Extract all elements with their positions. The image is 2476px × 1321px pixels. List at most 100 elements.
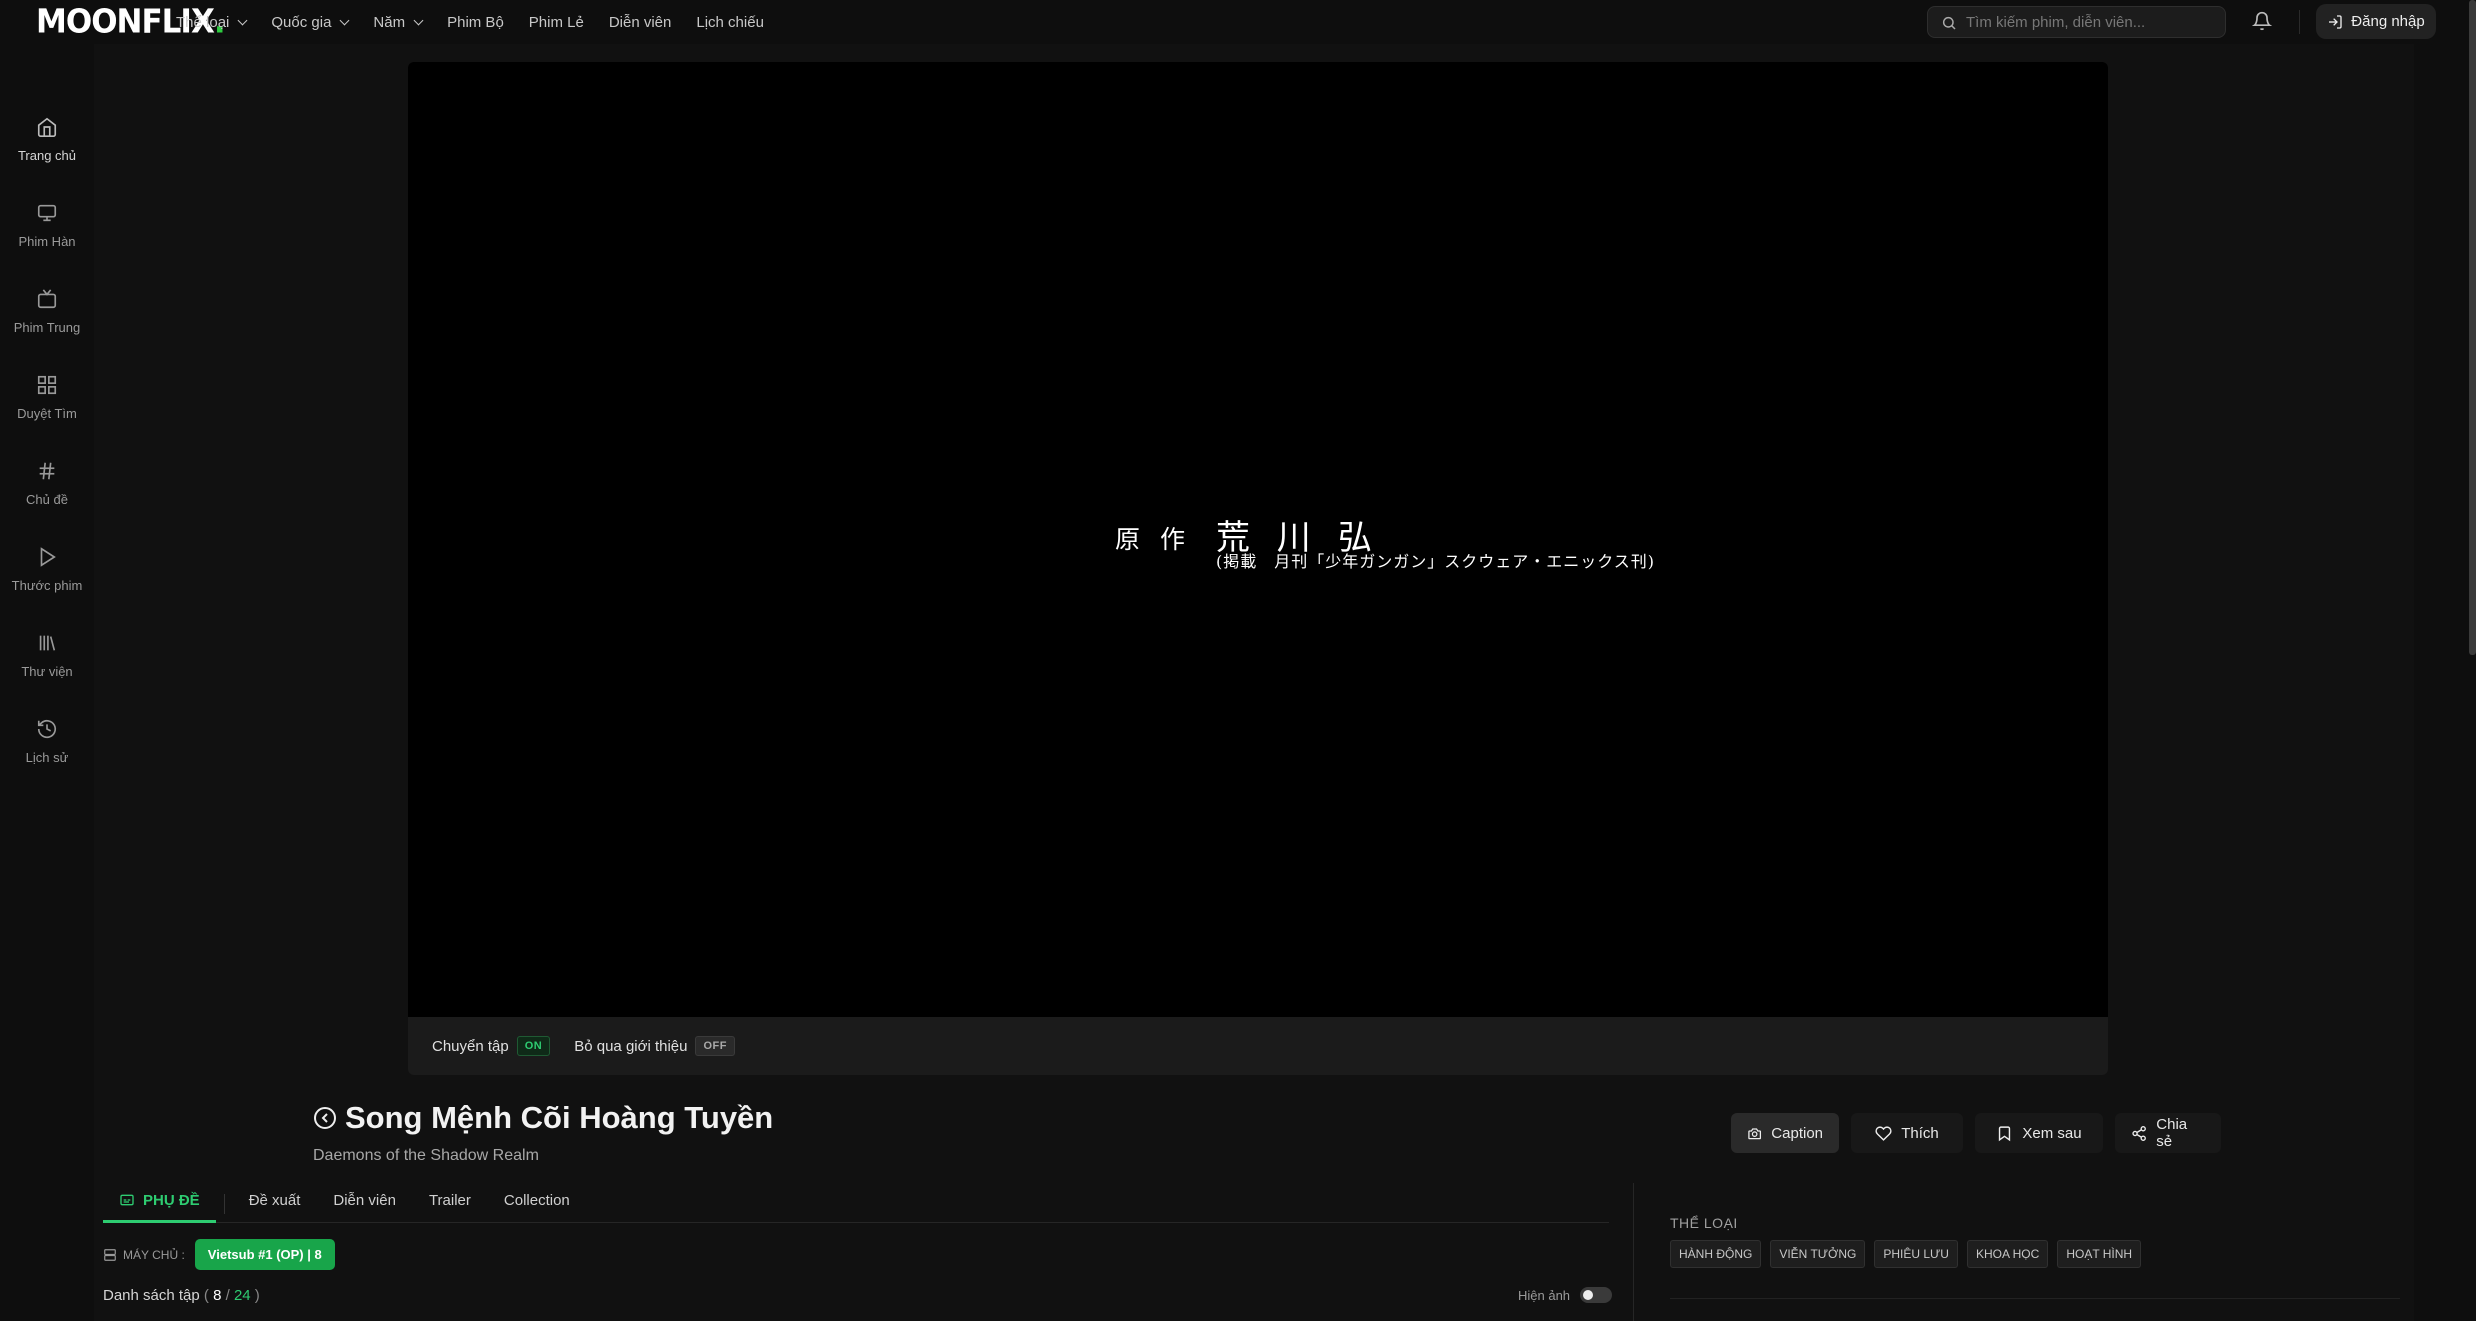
show-thumbnails-toggle[interactable] <box>1580 1287 1613 1303</box>
genre-tag[interactable]: PHIÊU LƯU <box>1874 1240 1958 1268</box>
nav-movies-label: Phim Lẻ <box>528 13 584 31</box>
nav-series[interactable]: Phim Bộ <box>447 14 504 31</box>
monitor-icon <box>37 204 57 222</box>
nav-schedule-label: Lịch chiếu <box>696 13 764 31</box>
nav-country-label: Quốc gia <box>271 13 332 31</box>
back-icon[interactable] <box>313 1106 337 1130</box>
genre-tag[interactable]: VIỄN TƯỞNG <box>1770 1240 1866 1268</box>
search-box[interactable] <box>1927 6 2226 38</box>
skip-intro-state-badge: OFF <box>695 1036 735 1056</box>
sidebar-item-label: Duyệt Tìm <box>17 406 77 421</box>
server-selector: MÁY CHỦ : Vietsub #1 (OP) | 8 <box>103 1239 335 1270</box>
nav-movies[interactable]: Phim Lẻ <box>529 14 584 31</box>
video-player[interactable]: 原 作 荒 川 弘 (掲載 月刊「少年ガンガン」スクウェア・エニックス刊) <box>408 62 2108 1017</box>
share-label: Chia sẻ <box>2156 1116 2188 1150</box>
genre-tag[interactable]: KHOA HỌC <box>1966 1240 2049 1268</box>
tab-cast[interactable]: Diễn viên <box>333 1186 396 1223</box>
sidebar-item-label: Thư viện <box>21 664 73 679</box>
column-divider <box>1633 1183 1634 1321</box>
episode-current: 8 <box>213 1287 222 1304</box>
sidebar-item-korean[interactable]: Phim Hàn <box>0 186 94 272</box>
genre-tag[interactable]: HOẠT HÌNH <box>2057 1240 2142 1268</box>
server-label: MÁY CHỦ : <box>103 1248 185 1262</box>
sidebar-item-label: Phim Trung <box>13 320 81 335</box>
search-input[interactable] <box>1966 13 2216 31</box>
server-label-text: MÁY CHỦ : <box>123 1247 185 1262</box>
action-buttons: Caption Thích Xem sau Chia sẻ <box>1731 1113 2221 1153</box>
watch-later-button[interactable]: Xem sau <box>1975 1113 2103 1153</box>
sidebar-item-label: Chủ đề <box>26 492 68 507</box>
genre-tag[interactable]: HÀNH ĐỘNG <box>1670 1240 1762 1268</box>
nav-schedule[interactable]: Lịch chiếu <box>696 14 764 31</box>
title-row: Song Mệnh Cõi Hoàng Tuyền <box>313 1100 773 1136</box>
sidebar-item-label: Trang chủ <box>17 148 77 163</box>
bookmark-icon <box>1999 1125 2011 1141</box>
login-button[interactable]: Đăng nhập <box>2316 4 2436 39</box>
library-icon <box>39 635 56 651</box>
camera-icon <box>1748 1127 1762 1139</box>
grid-icon <box>37 375 57 395</box>
player-options-bar: Chuyển tập ON Bỏ qua giới thiệu OFF <box>408 1017 2108 1075</box>
sidebar-item-library[interactable]: Thư viện <box>0 616 94 702</box>
subtitles-icon <box>120 1194 134 1206</box>
sidebar-item-browse[interactable]: Duyệt Tìm <box>0 358 94 444</box>
episode-count-close-paren: ) <box>254 1287 260 1304</box>
sidebar-item-history[interactable]: Lịch sử <box>0 702 94 788</box>
genre-divider <box>1670 1298 2400 1299</box>
caption-button[interactable]: Caption <box>1731 1113 1839 1153</box>
sidebar-item-label: Lịch sử <box>25 750 69 765</box>
nav-country[interactable]: Quốc gia <box>271 13 350 31</box>
episode-list-label: Danh sách tập <box>103 1287 200 1304</box>
login-label: Đăng nhập <box>2351 13 2425 30</box>
chevron-down-icon <box>339 15 350 25</box>
watch-later-label: Xem sau <box>2022 1124 2082 1142</box>
chevron-down-icon <box>237 15 248 25</box>
search-icon <box>1942 16 1956 30</box>
episode-count-slash: / <box>225 1287 230 1304</box>
chevron-down-icon <box>413 15 424 25</box>
skip-intro-label: Bỏ qua giới thiệu <box>574 1037 688 1055</box>
bell-icon[interactable] <box>2252 10 2272 32</box>
sidebar-item-topics[interactable]: Chủ đề <box>0 444 94 530</box>
episode-total: 24 <box>233 1287 251 1304</box>
original-title: Daemons of the Shadow Realm <box>313 1147 539 1164</box>
nav-actors[interactable]: Diễn viên <box>609 14 672 31</box>
caption-label: Caption <box>1771 1124 1823 1142</box>
autonext-state-badge: ON <box>516 1036 551 1056</box>
tab-subtitles-label: PHỤ ĐỀ <box>143 1192 200 1209</box>
frame-caption-publication: (掲載 月刊「少年ガンガン」スクウェア・エニックス刊) <box>1216 552 1656 571</box>
topbar-divider <box>2299 10 2300 34</box>
hash-icon <box>39 462 55 480</box>
tab-collection[interactable]: Collection <box>504 1186 570 1223</box>
main-nav: Thể loại Quốc gia Năm Phim Bộ Phim Lẻ Di… <box>176 0 789 44</box>
skip-intro-toggle[interactable]: Bỏ qua giới thiệu OFF <box>574 1036 735 1056</box>
show-thumbnails-row: Hiện ảnh <box>1518 1287 1613 1303</box>
tab-trailer[interactable]: Trailer <box>429 1186 471 1223</box>
nav-actors-label: Diễn viên <box>608 13 672 31</box>
autonext-toggle[interactable]: Chuyển tập ON <box>432 1036 551 1056</box>
episode-count-open-paren: ( <box>203 1287 209 1304</box>
home-icon <box>37 117 57 137</box>
page-title: Song Mệnh Cõi Hoàng Tuyền <box>345 1100 774 1135</box>
sidebar-item-clips[interactable]: Thước phim <box>0 530 94 616</box>
nav-genre-label: Thể loại <box>176 13 230 31</box>
sidebar-item-chinese[interactable]: Phim Trung <box>0 272 94 358</box>
page-scrollbar[interactable] <box>2469 0 2476 655</box>
history-icon <box>37 720 57 739</box>
heart-icon <box>1875 1125 1892 1141</box>
nav-genre[interactable]: Thể loại <box>176 13 248 31</box>
share-icon <box>2132 1125 2146 1141</box>
sidebar-item-label: Thước phim <box>11 578 83 593</box>
sidebar-item-home[interactable]: Trang chủ <box>0 100 94 186</box>
server-icon <box>104 1248 116 1261</box>
sidebar: Trang chủ Phim Hàn Phim Trung Duyệt Tìm … <box>0 100 94 788</box>
episode-list-header: Danh sách tập ( 8 / 24 ) <box>103 1287 260 1304</box>
sidebar-item-label: Phim Hàn <box>18 234 76 249</box>
tab-suggestions[interactable]: Đề xuất <box>249 1186 301 1223</box>
like-button[interactable]: Thích <box>1851 1113 1963 1153</box>
server-button[interactable]: Vietsub #1 (OP) | 8 <box>194 1239 335 1270</box>
tab-subtitles[interactable]: PHỤ ĐỀ <box>103 1186 216 1223</box>
top-bar: MOONFLIX. Thể loại Quốc gia Năm Phim Bộ … <box>0 0 2476 44</box>
nav-year[interactable]: Năm <box>373 14 424 31</box>
share-button[interactable]: Chia sẻ <box>2115 1113 2221 1153</box>
